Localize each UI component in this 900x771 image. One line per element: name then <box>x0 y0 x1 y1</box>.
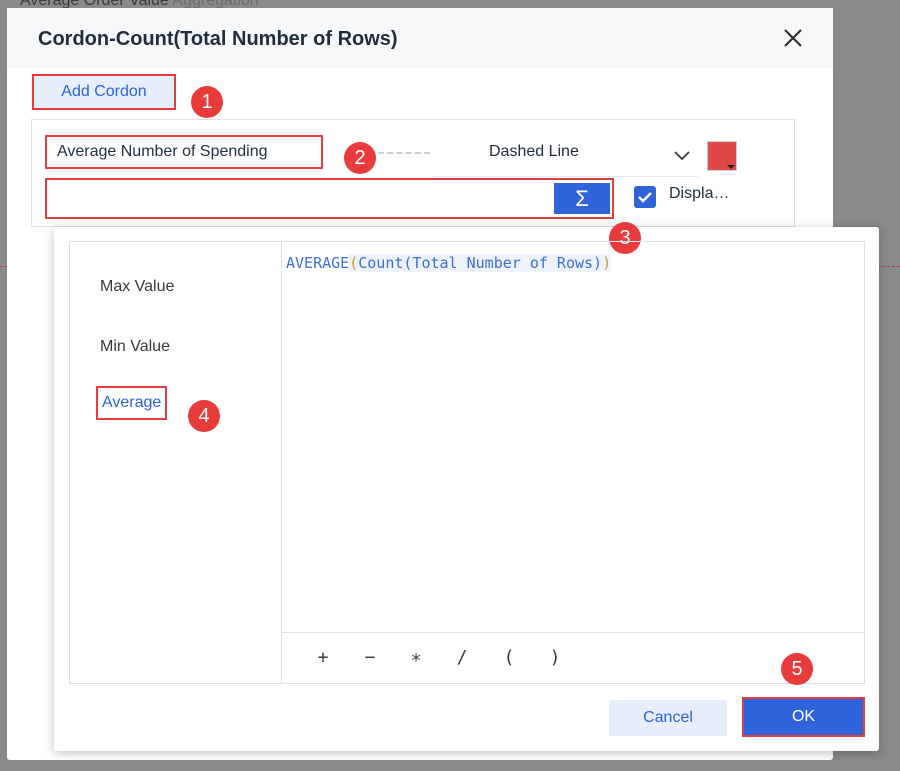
formula-editor[interactable]: AVERAGE(Count(Total Number of Rows)) <box>282 242 864 632</box>
operator-divide[interactable]: / <box>452 647 472 668</box>
line-style-preview <box>378 152 430 154</box>
cordon-value-input[interactable]: Σ <box>45 178 614 219</box>
formula-frame: Max Value Min Value Average 4 AVERAGE(Co… <box>69 241 865 684</box>
annotation-badge-4: 4 <box>188 400 220 432</box>
function-max-value[interactable]: Max Value <box>100 278 174 296</box>
display-label: Displa… <box>669 185 730 202</box>
line-style-label: Dashed Line <box>489 143 579 160</box>
chevron-down-icon <box>672 145 692 165</box>
formula-function-token: AVERAGE <box>286 254 350 272</box>
function-average[interactable]: Average <box>96 386 168 420</box>
formula-close-paren: ) <box>602 254 612 272</box>
sigma-formula-button[interactable]: Σ <box>554 183 610 214</box>
checkmark-icon <box>638 192 652 203</box>
add-cordon-button[interactable]: Add Cordon <box>32 74 176 110</box>
cancel-button[interactable]: Cancel <box>609 700 727 736</box>
formula-open-paren: ( <box>349 254 359 272</box>
operator-close-paren[interactable]: ) <box>545 647 565 668</box>
function-list: Max Value Min Value Average 4 <box>70 242 282 683</box>
display-checkbox[interactable] <box>634 186 656 208</box>
close-icon[interactable] <box>781 26 805 50</box>
annotation-badge-5: 5 <box>781 653 813 685</box>
function-min-value[interactable]: Min Value <box>100 338 170 356</box>
formula-editor-panel: 3 Max Value Min Value Average 4 AVERAGE(… <box>54 222 879 751</box>
operator-plus[interactable]: + <box>313 647 333 668</box>
line-color-picker[interactable] <box>707 141 737 171</box>
annotation-badge-1: 1 <box>191 86 223 118</box>
formula-expression: AVERAGE(Count(Total Number of Rows)) <box>286 254 612 272</box>
operator-bar: + − ∗ / ( ) <box>282 632 864 684</box>
formula-field-token: Count(Total Number of Rows) <box>358 254 603 272</box>
operator-open-paren[interactable]: ( <box>499 647 519 668</box>
dialog-title: Cordon-Count(Total Number of Rows) <box>38 28 398 50</box>
caret-down-icon <box>727 165 735 169</box>
annotation-badge-2: 2 <box>344 142 376 174</box>
line-style-select[interactable]: Dashed Line <box>432 141 698 177</box>
cordon-name-field[interactable]: Average Number of Spending <box>45 135 323 169</box>
dialog-header: Cordon-Count(Total Number of Rows) <box>7 8 833 68</box>
ok-button[interactable]: OK <box>742 697 865 737</box>
operator-minus[interactable]: − <box>360 647 380 668</box>
operator-multiply[interactable]: ∗ <box>406 647 426 668</box>
